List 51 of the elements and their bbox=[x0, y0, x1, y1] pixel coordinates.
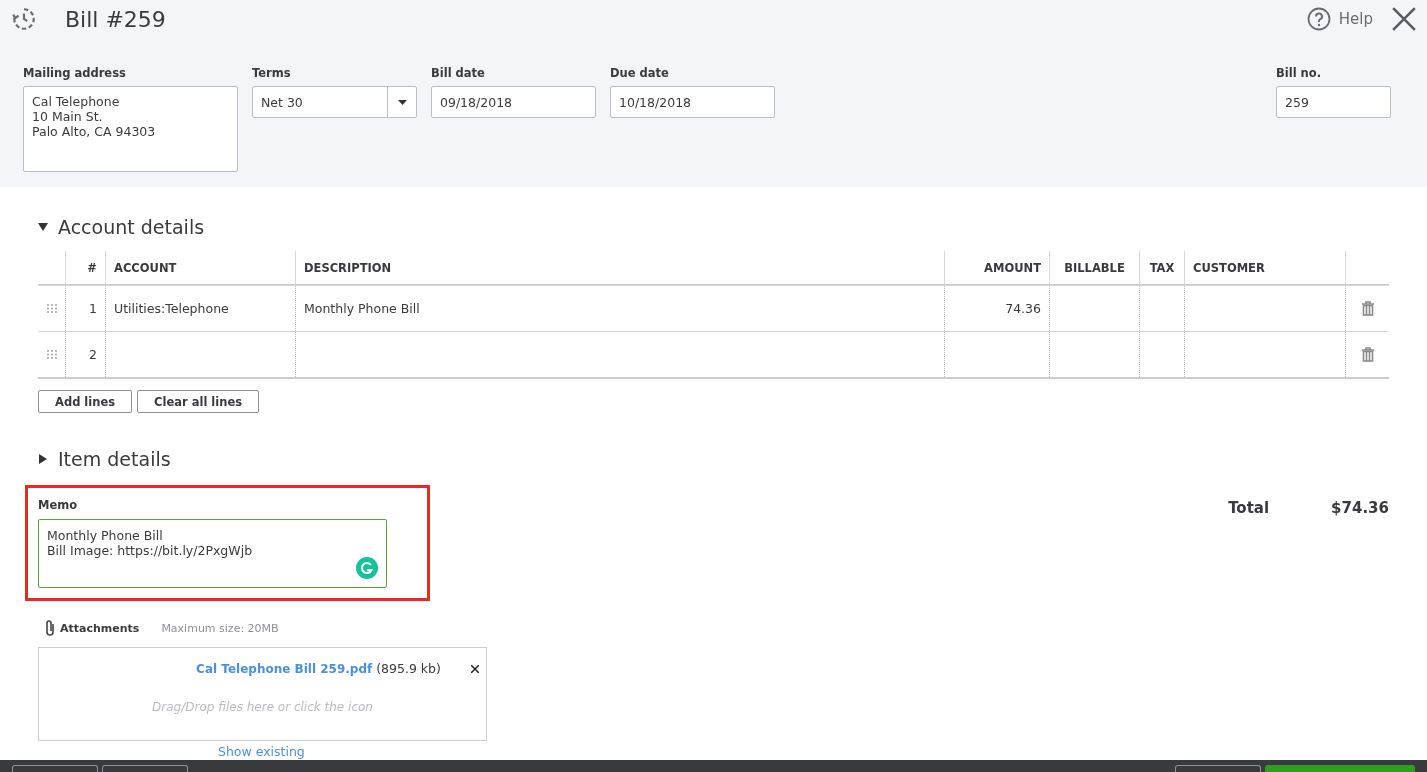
column-header: AMOUNT bbox=[984, 260, 1041, 275]
help-link[interactable]: Help bbox=[1338, 10, 1373, 28]
drop-hint: Drag/Drop files here or click the icon bbox=[152, 700, 373, 714]
attachments-label: Attachments bbox=[60, 621, 140, 635]
date-field[interactable]: 09/18/2018 bbox=[431, 86, 596, 118]
bill-number-field[interactable]: 259 bbox=[1276, 86, 1391, 118]
column-header: DESCRIPTION bbox=[304, 260, 392, 275]
field-label: Bill date bbox=[431, 66, 486, 80]
drop-zone[interactable]: Cal Telephone Bill 259.pdf (895.9 kb) Drag/Drop files here or click the icon bbox=[38, 647, 487, 741]
footer-button[interactable] bbox=[102, 765, 188, 772]
column-header: ACCOUNT bbox=[114, 260, 177, 275]
footer-button[interactable] bbox=[12, 765, 98, 772]
grammar-check-icon[interactable] bbox=[356, 557, 378, 579]
date-field[interactable]: 10/18/2018 bbox=[610, 86, 775, 118]
column-header: CUSTOMER bbox=[1193, 260, 1265, 275]
recent-transactions-icon[interactable] bbox=[11, 6, 37, 32]
table-cell: 2 bbox=[89, 347, 97, 362]
table-cell: Monthly Phone Bill bbox=[304, 301, 420, 316]
section-toggle[interactable]: Account details bbox=[38, 215, 1389, 239]
drag-handle-icon[interactable] bbox=[46, 350, 57, 359]
remove-icon[interactable] bbox=[470, 664, 479, 673]
close-icon[interactable] bbox=[1391, 6, 1417, 32]
total-amount: $74.36 bbox=[1331, 499, 1389, 517]
table-cell: 74.36 bbox=[1005, 301, 1041, 316]
memo-field[interactable]: Monthly Phone Bill Bill Image: https://bit.ly/2PxgWjb bbox=[38, 519, 387, 588]
column-header: # bbox=[87, 260, 97, 275]
field-label: Bill no. bbox=[1276, 66, 1323, 80]
column-header: TAX bbox=[1149, 260, 1175, 275]
file-size: (895.9 kb) bbox=[376, 661, 441, 676]
max-size-note: Maximum size: 20MB bbox=[161, 621, 279, 635]
clear-lines-button[interactable]: Clear all lines bbox=[137, 390, 260, 413]
total-label: Total bbox=[1228, 499, 1270, 517]
footer-button[interactable] bbox=[1175, 765, 1261, 772]
trash-icon[interactable] bbox=[1361, 347, 1374, 362]
field-label: Memo bbox=[38, 498, 79, 512]
field-label: Due date bbox=[610, 66, 670, 80]
column-header: BILLABLE bbox=[1064, 260, 1125, 275]
window-title: Bill #259 bbox=[65, 6, 166, 32]
field-label: Terms bbox=[252, 66, 292, 80]
table-cell: Utilities:Telephone bbox=[114, 301, 229, 316]
trash-icon[interactable] bbox=[1361, 301, 1374, 316]
drag-handle-icon[interactable] bbox=[46, 304, 57, 313]
add-lines-button[interactable]: Add lines bbox=[38, 390, 133, 413]
help-icon[interactable] bbox=[1306, 7, 1331, 31]
caret-icon bbox=[397, 99, 407, 105]
table-cell: 1 bbox=[89, 301, 97, 316]
mailing-address-field[interactable]: Cal Telephone 10 Main St. Palo Alto, CA 94303 bbox=[23, 86, 238, 172]
terms-dropdown[interactable]: Net 30 bbox=[252, 86, 417, 118]
section-toggle[interactable]: Item details bbox=[38, 447, 1389, 471]
field-label: Mailing address bbox=[23, 66, 127, 80]
paperclip-icon[interactable] bbox=[44, 619, 56, 637]
